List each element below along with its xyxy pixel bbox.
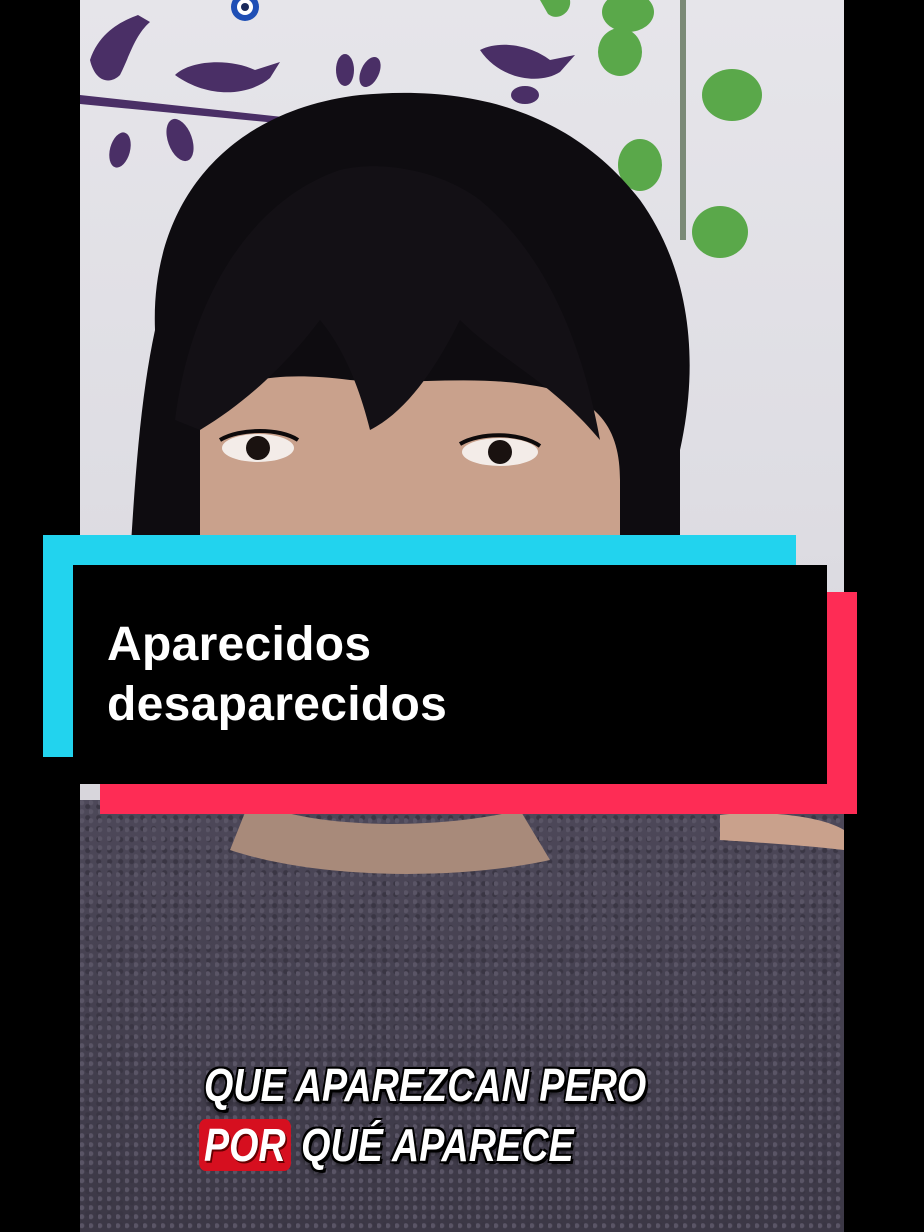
subtitle-line-1: QUE APAREZCAN PERO bbox=[204, 1059, 647, 1111]
subtitle-line-2-rest: QUÉ APARECE bbox=[290, 1119, 574, 1171]
subtitle-line-2: POR QUÉ APARECE bbox=[199, 1118, 574, 1172]
title-card: Aparecidos desaparecidos bbox=[73, 565, 827, 784]
title-line-1: Aparecidos bbox=[107, 618, 372, 671]
video-frame: Aparecidos desaparecidos QUE APAREZCAN P… bbox=[0, 0, 924, 1232]
subtitle-highlight-word: POR bbox=[199, 1119, 291, 1171]
title-line-2: desaparecidos bbox=[107, 678, 448, 731]
